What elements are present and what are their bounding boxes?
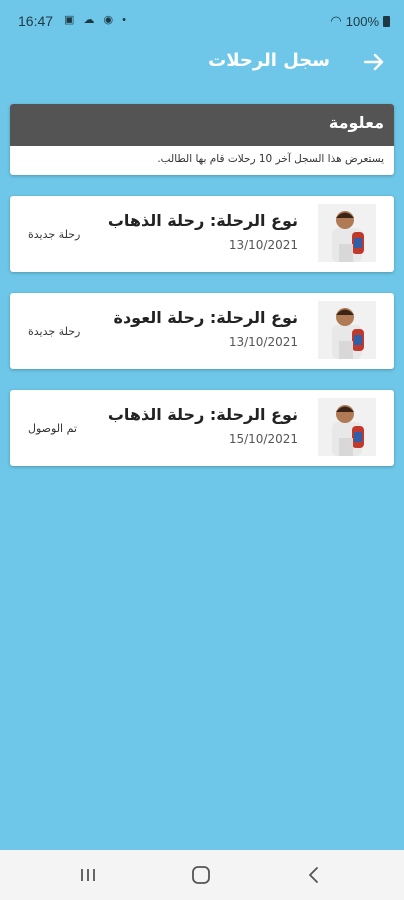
student-avatar bbox=[318, 204, 376, 262]
info-card: معلومة يستعرض هذا السجل آخر 10 رحلات قام… bbox=[10, 104, 394, 175]
trip-date: 15/10/2021 bbox=[228, 432, 298, 446]
trip-card[interactable]: نوع الرحلة: رحلة الذهاب 15/10/2021 تم ال… bbox=[10, 390, 394, 466]
student-avatar bbox=[318, 301, 376, 359]
info-title: معلومة bbox=[10, 104, 394, 146]
trip-type: نوع الرحلة: رحلة الذهاب bbox=[107, 405, 298, 424]
wifi-icon: ◠ bbox=[330, 13, 342, 28]
trip-date: 13/10/2021 bbox=[228, 335, 298, 349]
page-title: سجل الرحلات bbox=[208, 50, 330, 71]
status-time: 16:47 bbox=[18, 13, 54, 29]
status-right: ◠ 100% bbox=[330, 13, 390, 29]
trip-type: نوع الرحلة: رحلة الذهاب bbox=[107, 211, 298, 230]
trip-date: 13/10/2021 bbox=[228, 238, 298, 252]
info-text: يستعرض هذا السجل آخر 10 رحلات قام بها ال… bbox=[157, 153, 384, 165]
back-arrow-icon[interactable] bbox=[360, 48, 388, 76]
battery-icon bbox=[383, 15, 390, 27]
trip-status: رحلة جديدة bbox=[28, 228, 81, 241]
trip-card[interactable]: نوع الرحلة: رحلة العودة 13/10/2021 رحلة … bbox=[10, 293, 394, 369]
status-bar: 16:47 ▣ ☁ ◉ • ◠ 100% bbox=[0, 0, 404, 40]
app-bar: سجل الرحلات bbox=[0, 40, 404, 85]
home-icon[interactable] bbox=[189, 864, 213, 886]
navigation-bar bbox=[0, 850, 404, 900]
trip-status: رحلة جديدة bbox=[28, 325, 81, 338]
trip-status: تم الوصول bbox=[28, 422, 77, 435]
back-icon[interactable] bbox=[302, 864, 326, 886]
trip-type: نوع الرحلة: رحلة العودة bbox=[113, 308, 298, 327]
notification-icons: ▣ ☁ ◉ • bbox=[64, 14, 130, 26]
student-avatar bbox=[318, 398, 376, 456]
battery-level: 100% bbox=[345, 13, 379, 29]
trip-card[interactable]: نوع الرحلة: رحلة الذهاب 13/10/2021 رحلة … bbox=[10, 196, 394, 272]
recent-apps-icon[interactable] bbox=[76, 864, 100, 886]
